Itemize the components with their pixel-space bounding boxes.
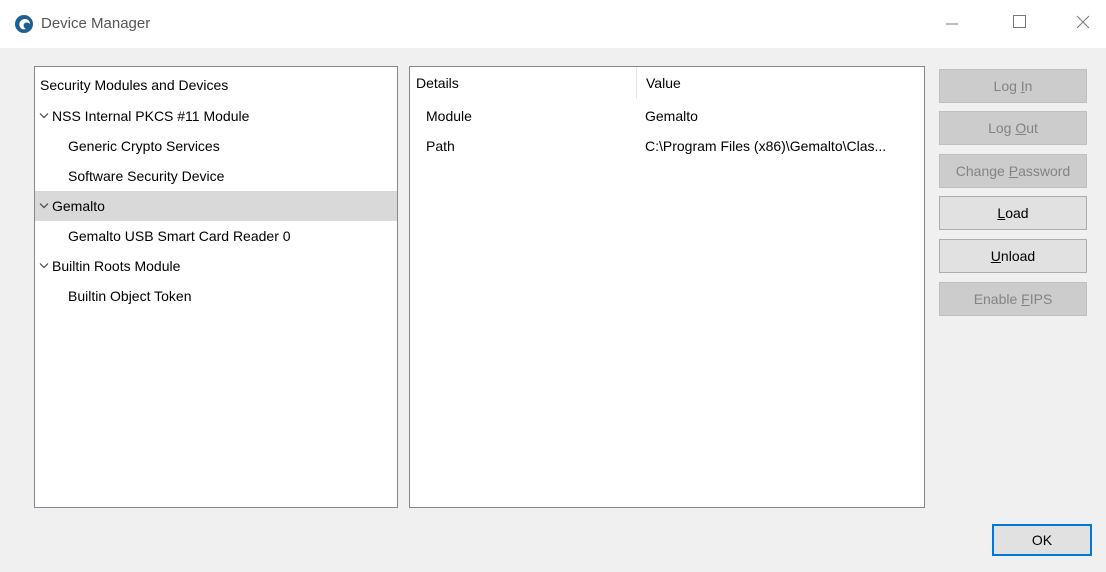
details-table: Details Value Module Gemalto Path C:\Pro… <box>409 66 925 508</box>
tree-header: Security Modules and Devices <box>40 77 229 93</box>
minimize-icon <box>946 23 958 25</box>
detail-key: Path <box>426 138 455 154</box>
tree-item-nss-internal-module[interactable]: NSS Internal PKCS #11 Module <box>35 101 397 131</box>
table-row[interactable]: Module Gemalto <box>410 101 924 131</box>
log-out-button[interactable]: Log Out <box>939 111 1087 145</box>
button-label: assword <box>1018 163 1071 179</box>
ok-button[interactable]: OK <box>992 524 1092 556</box>
tree-item-label: Builtin Object Token <box>68 288 192 304</box>
button-label: nload <box>1000 248 1036 264</box>
enable-fips-button[interactable]: Enable FIPS <box>939 282 1087 316</box>
tree-item-gemalto[interactable]: Gemalto <box>35 191 397 221</box>
button-label: n <box>1024 78 1033 94</box>
accelerator-key: O <box>1015 120 1027 136</box>
maximize-button[interactable] <box>997 0 1043 44</box>
button-label: Change <box>955 163 1009 179</box>
tree-item-label: Generic Crypto Services <box>68 138 220 154</box>
tree-item-generic-crypto-services[interactable]: Generic Crypto Services <box>35 131 397 161</box>
tree-item-label: Gemalto <box>52 198 105 214</box>
tree-item-software-security-device[interactable]: Software Security Device <box>35 161 397 191</box>
table-row[interactable]: Path C:\Program Files (x86)\Gemalto\Clas… <box>410 131 924 161</box>
accelerator-key: P <box>1008 163 1019 179</box>
tree-item-label: NSS Internal PKCS #11 Module <box>52 108 250 124</box>
detail-value: Gemalto <box>645 108 698 124</box>
column-header-details[interactable]: Details <box>410 67 636 99</box>
column-header-value[interactable]: Value <box>636 67 924 99</box>
title-bar: Device Manager <box>0 0 1106 48</box>
security-modules-tree[interactable]: Security Modules and Devices NSS Interna… <box>34 66 398 508</box>
close-button[interactable] <box>1060 0 1106 44</box>
thunderbird-icon <box>15 15 33 33</box>
change-password-button[interactable]: Change Password <box>939 154 1087 188</box>
tree-item-gemalto-usb-reader[interactable]: Gemalto USB Smart Card Reader 0 <box>35 221 397 251</box>
tree-item-label: Builtin Roots Module <box>52 258 181 274</box>
button-label: IPS <box>1029 291 1053 307</box>
maximize-icon <box>1013 15 1026 28</box>
close-icon <box>1076 15 1090 29</box>
accelerator-key: F <box>1021 291 1030 307</box>
load-button[interactable]: Load <box>939 196 1087 230</box>
detail-key: Module <box>426 108 472 124</box>
tree-item-builtin-object-token[interactable]: Builtin Object Token <box>35 281 397 311</box>
button-label: Log <box>993 78 1021 94</box>
window-title: Device Manager <box>41 15 151 32</box>
button-label: oad <box>1005 205 1029 221</box>
tree-item-label: Gemalto USB Smart Card Reader 0 <box>68 228 291 244</box>
button-label: Enable <box>973 291 1022 307</box>
button-label: ut <box>1026 120 1038 136</box>
tree-item-builtin-roots-module[interactable]: Builtin Roots Module <box>35 251 397 281</box>
log-in-button[interactable]: Log In <box>939 69 1087 103</box>
button-label: Log <box>988 120 1016 136</box>
minimize-button[interactable] <box>930 0 976 44</box>
accelerator-key: U <box>990 248 1001 264</box>
unload-button[interactable]: Unload <box>939 239 1087 273</box>
tree-item-label: Software Security Device <box>68 168 225 184</box>
detail-value: C:\Program Files (x86)\Gemalto\Clas... <box>645 138 887 154</box>
